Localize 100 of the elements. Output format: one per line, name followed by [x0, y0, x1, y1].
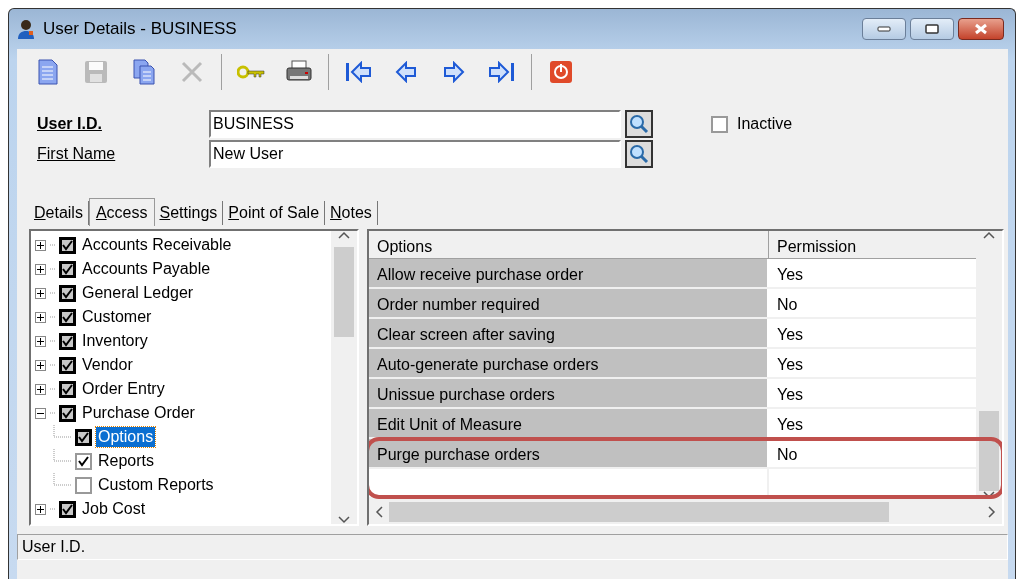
expander-icon[interactable] [35, 239, 46, 251]
tree-line [50, 268, 55, 270]
checkbox[interactable] [59, 356, 76, 374]
minimize-button[interactable] [862, 18, 906, 40]
scrollbar-thumb[interactable] [979, 411, 999, 491]
table-cell: Unissue purchase orders [369, 379, 769, 407]
tree-item[interactable]: Vendor [80, 355, 135, 375]
key-icon[interactable] [237, 65, 265, 79]
tree-line [50, 388, 55, 390]
tab[interactable]: Access [88, 198, 155, 226]
scroll-left-icon[interactable] [375, 505, 383, 518]
scrollbar-thumb[interactable] [334, 247, 354, 337]
copy-documents-icon[interactable] [133, 59, 155, 85]
maximize-icon [925, 24, 939, 34]
close-button[interactable] [958, 18, 1004, 40]
window-title: User Details - BUSINESS [43, 18, 237, 41]
table-row[interactable]: Auto-generate purchase orders Yes [369, 349, 976, 379]
expander-icon[interactable] [35, 287, 46, 299]
tree-line [50, 508, 55, 510]
maximize-button[interactable] [910, 18, 954, 40]
tree-line [50, 244, 55, 246]
previous-record-icon[interactable] [395, 61, 417, 83]
tree-scrollbar[interactable] [331, 231, 357, 524]
table-cell: Clear screen after saving [369, 319, 769, 347]
table-row[interactable]: Purge purchase orders No [369, 439, 976, 469]
expander-icon[interactable] [35, 407, 46, 419]
text-field[interactable]: New User [209, 140, 621, 168]
field-label: User I.D. [37, 114, 103, 134]
table-cell: Allow receive purchase order [369, 259, 769, 287]
table-row[interactable]: Edit Unit of Measure Yes [369, 409, 976, 439]
tree-item[interactable]: Accounts Receivable [80, 235, 234, 255]
tree-item[interactable]: Custom Reports [96, 475, 216, 495]
table-cell: Edit Unit of Measure [369, 409, 769, 437]
tree-line [50, 364, 55, 366]
expander-icon[interactable] [35, 263, 46, 275]
expander-icon[interactable] [35, 383, 46, 395]
checkbox[interactable] [59, 500, 76, 518]
horizontal-scrollbar[interactable] [369, 499, 1002, 524]
scrollbar-thumb[interactable] [389, 501, 889, 522]
checkbox[interactable] [59, 236, 76, 254]
table-row[interactable]: Order number required No [369, 289, 976, 319]
tree-item[interactable]: Customer [80, 307, 154, 327]
field-label: First Name [37, 144, 117, 164]
close-icon [973, 23, 989, 35]
expander-icon[interactable] [35, 311, 46, 323]
next-record-icon[interactable] [443, 61, 465, 83]
checkbox[interactable] [59, 284, 76, 302]
tree-item[interactable]: Purchase Order [80, 403, 197, 423]
search-icon [629, 144, 649, 164]
checkbox[interactable] [59, 260, 76, 278]
expander-icon[interactable] [35, 359, 46, 371]
printer-icon[interactable] [286, 60, 312, 84]
table-row[interactable]: Unissue purchase orders Yes [369, 379, 976, 409]
last-record-icon[interactable] [489, 61, 515, 83]
tree-line [50, 316, 55, 318]
column-header[interactable]: Options [369, 231, 769, 258]
tab[interactable]: Notes [325, 201, 378, 225]
scroll-right-icon[interactable] [988, 505, 996, 518]
table-row[interactable]: Clear screen after saving Yes [369, 319, 976, 349]
tree-line [50, 292, 55, 294]
checkbox[interactable] [711, 115, 728, 133]
tree-item[interactable]: Options [96, 427, 156, 447]
column-header[interactable]: Permission [769, 231, 865, 258]
new-document-icon[interactable] [38, 59, 58, 85]
expander-icon[interactable] [35, 335, 46, 347]
tree-item[interactable]: Reports [96, 451, 157, 471]
user-silhouette-icon [17, 19, 35, 39]
search-icon [629, 114, 649, 134]
tree-line [53, 473, 71, 486]
checkbox[interactable] [75, 452, 92, 470]
grid-scrollbar[interactable] [976, 231, 1002, 499]
expander-icon[interactable] [35, 503, 46, 515]
scroll-up-icon[interactable] [338, 231, 350, 239]
tree-line [50, 412, 55, 414]
checkbox[interactable] [59, 380, 76, 398]
tab[interactable]: Point of Sale [223, 201, 326, 225]
text-field[interactable]: BUSINESS [209, 110, 621, 138]
checkbox[interactable] [59, 404, 76, 422]
tree-item[interactable]: Inventory [80, 331, 150, 351]
checkbox[interactable] [59, 308, 76, 326]
tree-item[interactable]: Accounts Payable [80, 259, 213, 279]
checkbox[interactable] [75, 428, 92, 446]
checkbox[interactable] [75, 476, 92, 494]
status-text: User I.D. [22, 537, 86, 557]
table-cell: Auto-generate purchase orders [369, 349, 769, 377]
tree-item[interactable]: Order Entry [80, 379, 167, 399]
tree-item[interactable]: General Ledger [80, 283, 196, 303]
scroll-down-icon[interactable] [338, 516, 350, 524]
scroll-up-icon[interactable] [983, 231, 995, 239]
checkbox[interactable] [59, 332, 76, 350]
tab[interactable]: Details [29, 201, 89, 225]
power-button-icon[interactable] [549, 60, 573, 84]
table-row[interactable]: Allow receive purchase order Yes [369, 259, 976, 289]
first-record-icon[interactable] [345, 61, 371, 83]
tab[interactable]: Settings [154, 201, 224, 225]
table-cell: Purge purchase orders [369, 439, 769, 467]
lookup-button[interactable] [625, 110, 653, 138]
tree-item[interactable]: Job Cost [80, 499, 148, 519]
checkbox-label: Inactive [737, 114, 793, 134]
lookup-button[interactable] [625, 140, 653, 168]
